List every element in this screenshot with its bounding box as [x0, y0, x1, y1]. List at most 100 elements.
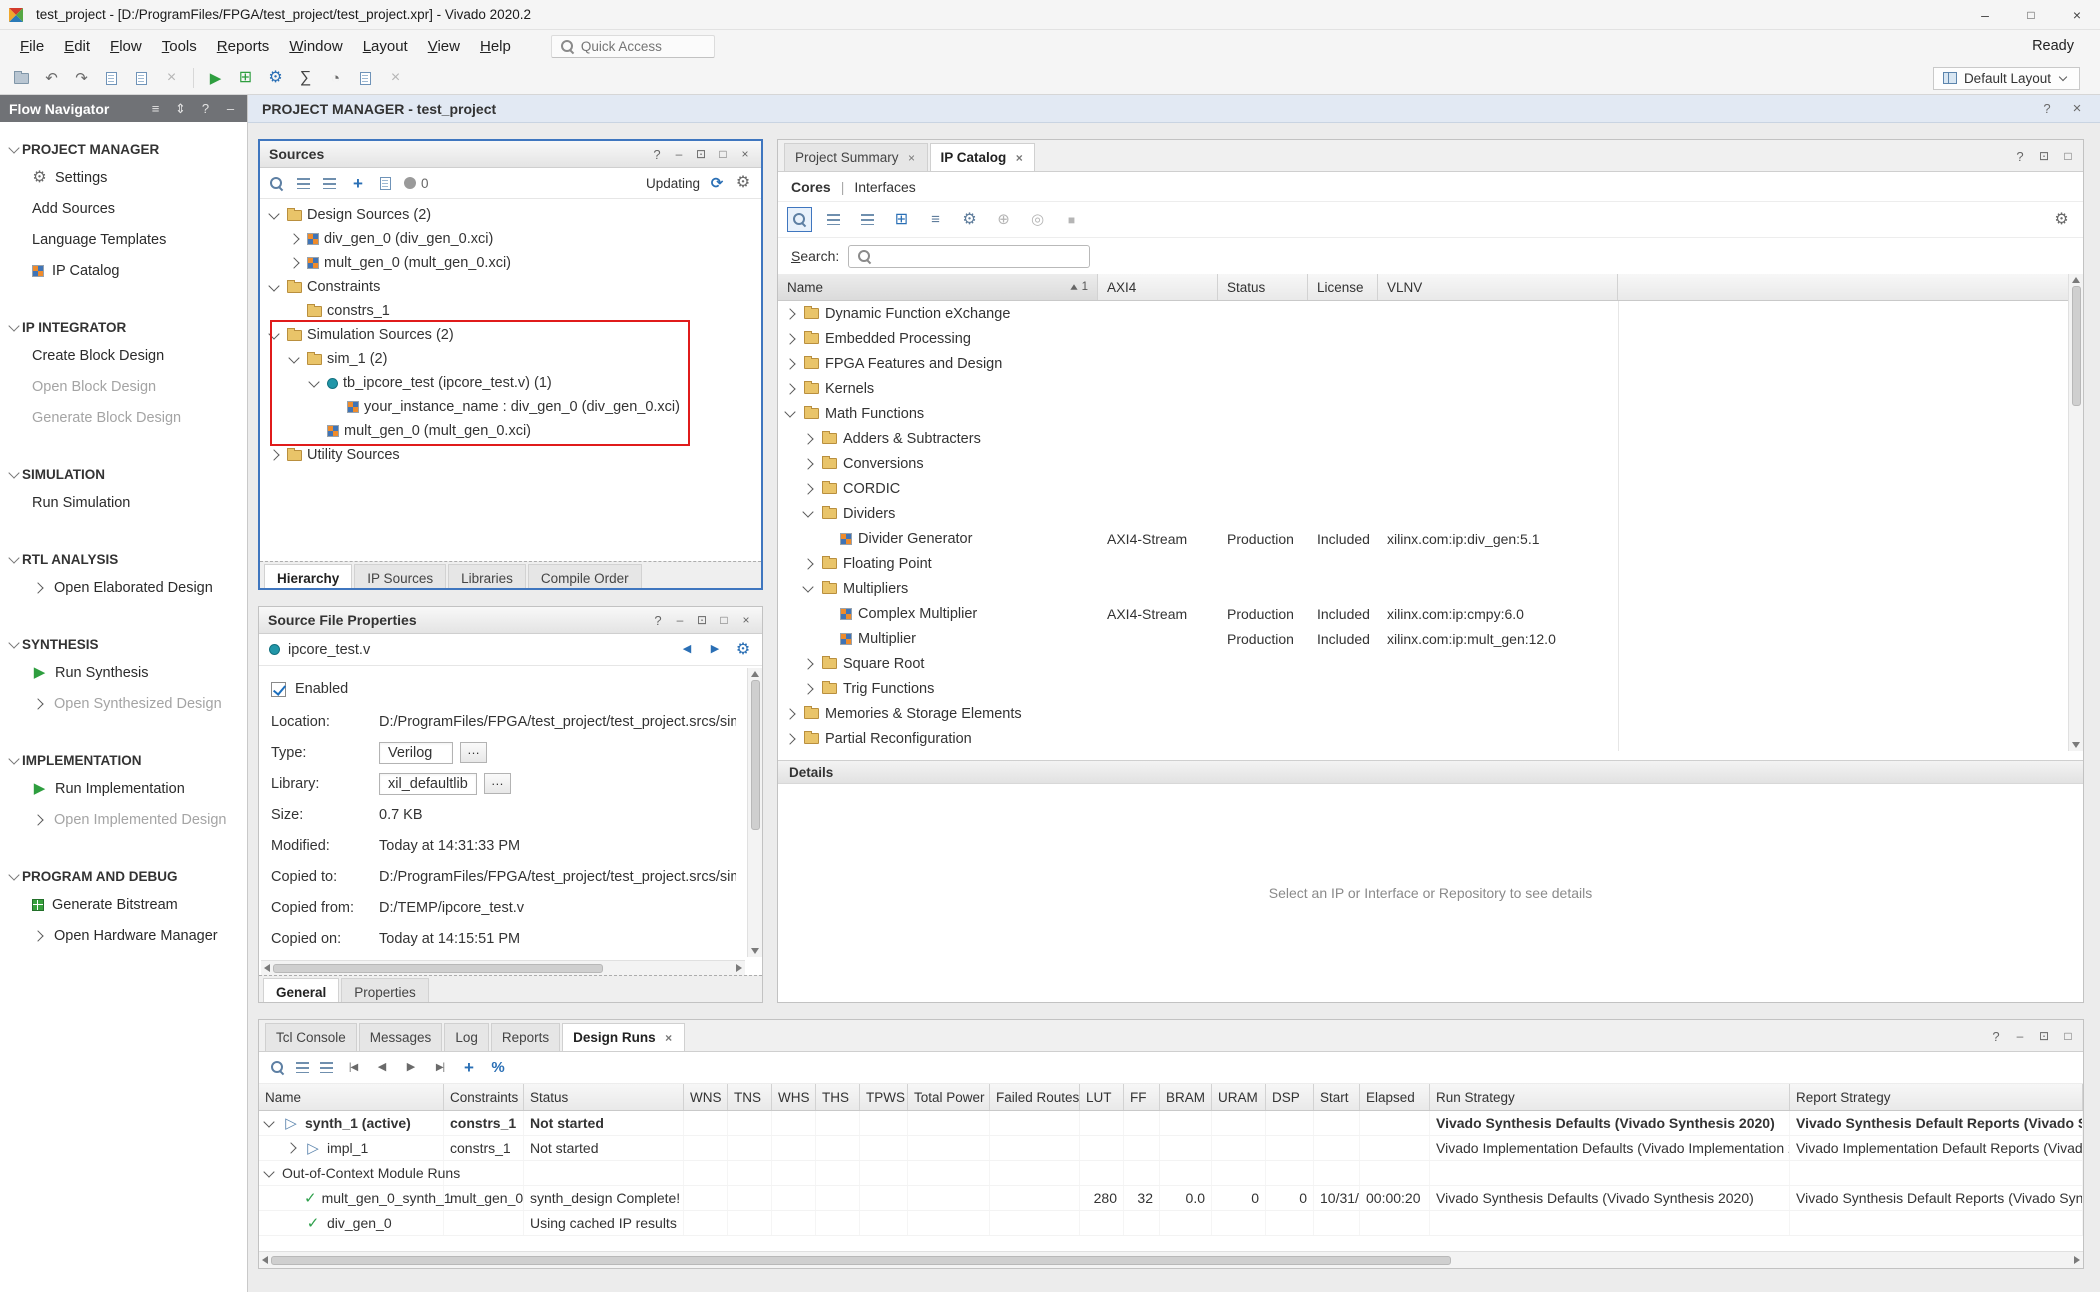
menu-reports[interactable]: Reports — [207, 33, 280, 60]
gear-icon[interactable] — [2049, 207, 2074, 232]
runs-column-dsp[interactable]: DSP — [1266, 1084, 1314, 1110]
previous-run-icon[interactable] — [373, 1059, 391, 1077]
add-sources-icon[interactable] — [349, 174, 367, 192]
help-icon[interactable] — [2013, 149, 2027, 163]
catalog-row-cordic[interactable]: CORDIC — [778, 476, 2083, 501]
menu-window[interactable]: Window — [279, 33, 352, 60]
expand-collapse-icon[interactable] — [173, 101, 188, 116]
column-header-axi4[interactable]: AXI4 — [1098, 274, 1218, 300]
menu-help[interactable]: Help — [470, 33, 521, 60]
refresh-icon[interactable] — [708, 174, 726, 192]
runs-column-uram[interactable]: URAM — [1212, 1084, 1266, 1110]
menu-view[interactable]: View — [418, 33, 470, 60]
paste-icon[interactable] — [136, 72, 147, 85]
tree-item-simulation-sources-2[interactable]: Simulation Sources (2) — [260, 323, 761, 347]
catalog-row-memories-storage-elements[interactable]: Memories & Storage Elements — [778, 701, 2083, 726]
flow-section-header-project-manager[interactable]: PROJECT MANAGER — [0, 136, 247, 162]
tree-item-utility-sources[interactable]: Utility Sources — [260, 443, 761, 467]
maximize-icon[interactable] — [716, 147, 730, 161]
sidebar-item-run-implementation[interactable]: Run Implementation — [0, 773, 247, 804]
delete-icon[interactable] — [163, 69, 181, 87]
property-value-field[interactable]: xil_defaultlib — [379, 773, 477, 795]
vertical-scrollbar[interactable] — [2068, 274, 2083, 751]
run-row-impl-1[interactable]: impl_1constrs_1Not startedVivado Impleme… — [259, 1136, 2083, 1161]
runs-column-run-strategy[interactable]: Run Strategy — [1430, 1084, 1790, 1110]
sources-tab-libraries[interactable]: Libraries — [448, 564, 526, 588]
bottom-tab-tcl-console[interactable]: Tcl Console — [265, 1023, 357, 1051]
collapse-all-icon[interactable] — [297, 178, 310, 189]
runs-column-tpws[interactable]: TPWS — [860, 1084, 908, 1110]
scroll-thumb[interactable] — [2072, 286, 2081, 406]
bottom-tab-design-runs[interactable]: Design Runs — [562, 1023, 685, 1051]
add-repository-icon[interactable] — [991, 207, 1016, 232]
sources-tab-compile-order[interactable]: Compile Order — [528, 564, 642, 588]
menu-layout[interactable]: Layout — [353, 33, 418, 60]
clock-icon[interactable] — [327, 69, 345, 87]
catalog-search-box[interactable] — [848, 245, 1090, 268]
search-icon[interactable] — [270, 1060, 285, 1075]
catalog-row-dividers[interactable]: Dividers — [778, 501, 2083, 526]
sidebar-item-settings[interactable]: Settings — [0, 162, 247, 193]
runs-column-bram[interactable]: BRAM — [1160, 1084, 1212, 1110]
tree-item-design-sources-2[interactable]: Design Sources (2) — [260, 203, 761, 227]
tree-item-sim-1-2[interactable]: sim_1 (2) — [260, 347, 761, 371]
runs-column-total-power[interactable]: Total Power — [908, 1084, 990, 1110]
menu-tools[interactable]: Tools — [152, 33, 207, 60]
flow-section-header-implementation[interactable]: IMPLEMENTATION — [0, 747, 247, 773]
tree-item-div-gen-0-div-gen-0-xci[interactable]: div_gen_0 (div_gen_0.xci) — [260, 227, 761, 251]
scroll-up-icon[interactable] — [2072, 277, 2080, 283]
float-icon[interactable] — [694, 147, 708, 161]
catalog-search-input[interactable] — [879, 249, 1081, 264]
create-run-icon[interactable] — [460, 1059, 478, 1077]
catalog-row-adders-subtracters[interactable]: Adders & Subtracters — [778, 426, 2083, 451]
catalog-row-embedded-processing[interactable]: Embedded Processing — [778, 326, 2083, 351]
runs-column-constraints[interactable]: Constraints — [444, 1084, 524, 1110]
help-icon[interactable] — [2038, 100, 2056, 118]
float-icon[interactable] — [2037, 149, 2051, 163]
scroll-up-icon[interactable] — [751, 671, 759, 677]
tree-item-mult-gen-0-mult-gen-0-xci[interactable]: mult_gen_0 (mult_gen_0.xci) — [260, 251, 761, 275]
tree-item-your-instance-name-div-gen-0-div-gen-0-xci[interactable]: your_instance_name : div_gen_0 (div_gen_… — [260, 395, 761, 419]
runs-column-lut[interactable]: LUT — [1080, 1084, 1124, 1110]
expand-all-icon[interactable] — [855, 207, 880, 232]
redo-icon[interactable] — [73, 69, 91, 87]
minimize-icon[interactable] — [673, 613, 687, 627]
close-icon[interactable] — [2068, 100, 2086, 118]
sidebar-item-open-implemented-design[interactable]: Open Implemented Design — [0, 804, 247, 835]
properties-tab-properties[interactable]: Properties — [341, 978, 429, 1002]
collapse-all-icon[interactable] — [296, 1062, 309, 1073]
menu-file[interactable]: File — [10, 33, 54, 60]
search-icon[interactable] — [269, 176, 284, 191]
vertical-scrollbar[interactable] — [747, 668, 762, 957]
sidebar-item-generate-block-design[interactable]: Generate Block Design — [0, 402, 247, 433]
menu-edit[interactable]: Edit — [54, 33, 100, 60]
enabled-checkbox[interactable] — [271, 682, 286, 697]
settings-icon[interactable] — [267, 69, 285, 87]
catalog-row-multipliers[interactable]: Multipliers — [778, 576, 2083, 601]
catalog-row-floating-point[interactable]: Floating Point — [778, 551, 2083, 576]
group-by-category-icon[interactable] — [889, 207, 914, 232]
help-icon[interactable] — [198, 101, 213, 116]
document-tab-ip-catalog[interactable]: IP Catalog — [930, 143, 1036, 171]
scroll-left-icon[interactable] — [262, 1256, 268, 1264]
flow-steps-icon[interactable] — [237, 69, 255, 87]
column-header-vlnv[interactable]: VLNV — [1378, 274, 1618, 300]
tab-close-icon[interactable] — [907, 152, 917, 164]
quick-access-input[interactable] — [581, 39, 706, 54]
ip-status-icon[interactable] — [1025, 207, 1050, 232]
runs-column-status[interactable]: Status — [524, 1084, 684, 1110]
help-icon[interactable] — [650, 147, 664, 161]
sum-icon[interactable] — [297, 69, 315, 87]
undo-icon[interactable] — [43, 69, 61, 87]
bottom-tab-messages[interactable]: Messages — [359, 1023, 443, 1051]
run-row-synth-1-active[interactable]: synth_1 (active)constrs_1Not startedViva… — [259, 1111, 2083, 1136]
document-tab-project-summary[interactable]: Project Summary — [784, 143, 928, 171]
edit-icon[interactable] — [360, 72, 371, 85]
window-minimize-button[interactable] — [1962, 0, 2008, 29]
tree-item-mult-gen-0-mult-gen-0-xci[interactable]: mult_gen_0 (mult_gen_0.xci) — [260, 419, 761, 443]
flow-section-header-ip-integrator[interactable]: IP INTEGRATOR — [0, 314, 247, 340]
open-folder-icon[interactable] — [14, 73, 29, 84]
minimize-icon[interactable] — [2013, 1029, 2027, 1043]
catalog-row-complex-multiplier[interactable]: Complex MultiplierAXI4-StreamProductionI… — [778, 601, 2083, 626]
sidebar-item-open-hardware-manager[interactable]: Open Hardware Manager — [0, 920, 247, 951]
